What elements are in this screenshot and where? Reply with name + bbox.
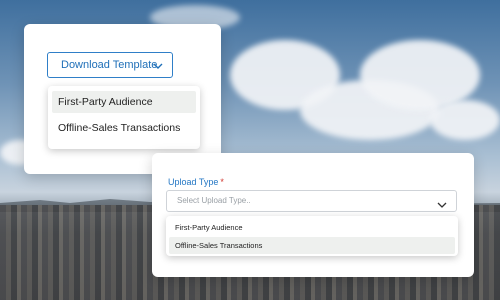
chevron-down-icon [437,197,447,217]
upload-type-label-text: Upload Type [168,177,219,187]
upload-type-menu: First-Party Audience Offline-Sales Trans… [166,216,458,256]
option-offline-sales-transactions[interactable]: Offline-Sales Transactions [169,237,455,254]
chevron-down-icon [153,61,163,73]
option-first-party-audience[interactable]: First-Party Audience [169,219,455,236]
upload-type-label: Upload Type * [168,177,224,187]
menu-item-first-party-audience[interactable]: First-Party Audience [52,91,196,113]
download-template-button[interactable]: Download Template [47,52,173,78]
menu-item-offline-sales-transactions[interactable]: Offline-Sales Transactions [52,117,196,139]
upload-type-placeholder: Select Upload Type.. [177,196,251,205]
download-template-card: Download Template First-Party Audience O… [24,24,221,174]
download-template-menu: First-Party Audience Offline-Sales Trans… [48,86,200,149]
upload-type-card: Upload Type * Select Upload Type.. [152,153,474,277]
required-marker: * [220,177,224,187]
upload-type-select[interactable]: Select Upload Type.. [166,190,457,212]
download-template-label: Download Template [61,59,158,71]
